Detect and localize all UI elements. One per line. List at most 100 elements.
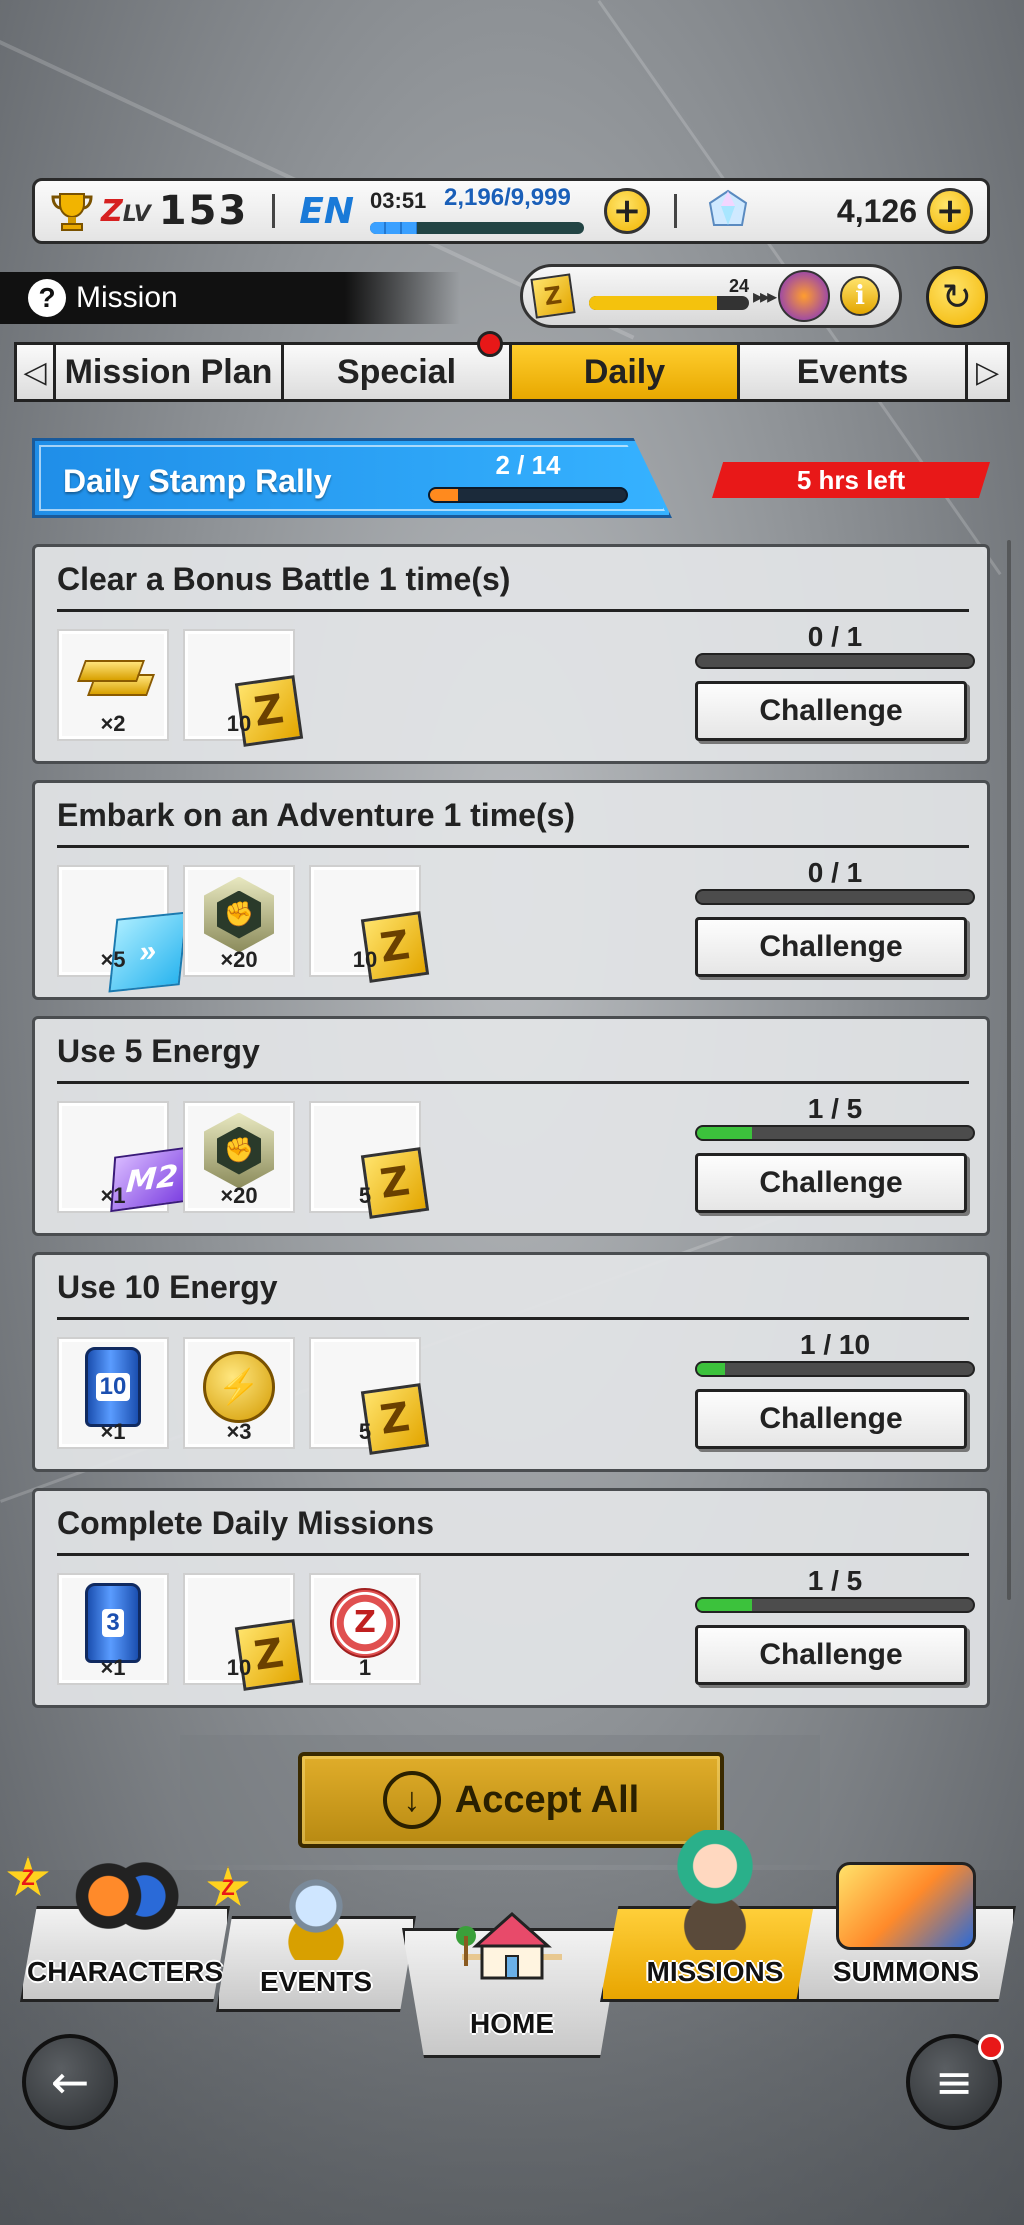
energy-bar-fill xyxy=(370,222,418,234)
mission-progress-text: 0 / 1 xyxy=(807,857,863,888)
mission-progress: 1 / 5 xyxy=(695,1567,975,1613)
challenge-button[interactable]: Challenge xyxy=(695,917,967,977)
mission-title: Clear a Bonus Battle 1 time(s) xyxy=(57,561,511,597)
tab-daily[interactable]: Daily xyxy=(512,342,740,402)
reward-item[interactable]: Z 10 xyxy=(183,1573,304,1691)
mission-progress-track xyxy=(695,889,975,905)
player-level: 153 xyxy=(158,188,249,234)
pass-progress-track xyxy=(589,296,749,310)
challenge-button[interactable]: Challenge xyxy=(695,1389,967,1449)
reward-item[interactable]: ×2 xyxy=(57,629,169,741)
mission-progress-text: 1 / 5 xyxy=(807,1565,863,1596)
add-energy-button[interactable]: + xyxy=(604,188,651,234)
nav-events[interactable]: EVENTS xyxy=(216,1862,416,2012)
divider xyxy=(57,1553,969,1556)
tab-scroll-left-icon[interactable]: ◁ xyxy=(14,342,56,402)
pass-progress-fill xyxy=(589,296,717,310)
reward-list: 10 ×1 ⚡ ×3 Z 5 xyxy=(57,1337,430,1455)
tab-events[interactable]: Events xyxy=(740,342,968,402)
reward-item[interactable]: Z 1 xyxy=(309,1573,421,1685)
mission-progress-fill xyxy=(697,1127,753,1139)
training-medal-icon: ✊ xyxy=(204,876,274,953)
accept-all-button[interactable]: ↓ Accept All xyxy=(298,1752,724,1848)
reward-item[interactable]: ✊ ×20 xyxy=(183,1101,295,1213)
challenge-button[interactable]: Challenge xyxy=(695,1625,967,1685)
reward-list: ×2 Z 10 xyxy=(57,629,304,747)
time-left-badge: 5 hrs left xyxy=(712,462,990,498)
nav-home[interactable]: HOME xyxy=(402,1858,622,2058)
mission-title: Use 10 Energy xyxy=(57,1269,278,1305)
mission-progress: 1 / 5 xyxy=(695,1095,975,1141)
divider xyxy=(57,609,969,612)
reward-quantity: ×1 xyxy=(100,1419,126,1444)
nav-characters[interactable]: CHARACTERS xyxy=(20,1852,230,2002)
energy-can-icon: 3 xyxy=(85,1582,141,1663)
energy-timer: 03:51 xyxy=(370,188,427,213)
training-medal-icon: ✊ xyxy=(204,1112,274,1189)
tab-special[interactable]: Special xyxy=(284,331,512,402)
nav-label: SUMMONS xyxy=(832,1956,980,1987)
energy-meter: 03:51 2,196/9,999 xyxy=(370,184,590,236)
reward-item[interactable]: Z 10 xyxy=(309,865,430,983)
divider xyxy=(57,1081,969,1084)
mission-card: Embark on an Adventure 1 time(s) » ×5 ✊ … xyxy=(32,780,990,1000)
mission-progress-track xyxy=(695,1125,975,1141)
reward-item[interactable]: Z 5 xyxy=(309,1337,430,1455)
pass-points: 24 xyxy=(728,276,749,296)
tab-bar: ◁ Mission Plan Special Daily Events ▷ xyxy=(14,331,1010,402)
refresh-button[interactable]: ↻ xyxy=(926,266,988,328)
reward-item[interactable]: M2 ×1 xyxy=(57,1101,194,1213)
chevrons-right-icon: ▸▸▸ xyxy=(753,285,777,308)
back-button[interactable]: ← xyxy=(22,2034,118,2130)
tab-mission-plan[interactable]: Mission Plan xyxy=(56,342,284,402)
challenge-button[interactable]: Challenge xyxy=(695,1153,967,1213)
events-art-icon xyxy=(261,1870,371,1960)
nav-summons[interactable]: SUMMONS xyxy=(796,1852,1016,2002)
reward-item[interactable]: 3 ×1 xyxy=(57,1573,169,1685)
mission-progress: 1 / 10 xyxy=(695,1331,975,1377)
reward-item[interactable]: Z 5 xyxy=(309,1101,430,1219)
mission-card: Complete Daily Missions 3 ×1 Z 10 Z 1 1 … xyxy=(32,1488,990,1708)
reward-item[interactable]: Z 10 xyxy=(183,629,304,747)
gold-bars-icon xyxy=(76,656,156,702)
nav-label: CHARACTERS xyxy=(27,1956,223,1987)
info-icon[interactable]: i xyxy=(840,276,881,316)
mission-progress-text: 1 / 10 xyxy=(799,1329,871,1360)
stamp-rally-progress: 2 / 14 xyxy=(428,450,628,503)
menu-button[interactable]: ≡ xyxy=(906,2034,1004,2130)
chrono-crystal-count: 4,126 xyxy=(836,192,917,229)
notification-dot xyxy=(477,331,503,357)
zlv-label: ZLV xyxy=(101,193,151,229)
scrollbar[interactable] xyxy=(1007,540,1011,1600)
reward-quantity: 10 xyxy=(226,711,252,736)
add-crystals-button[interactable]: + xyxy=(927,188,973,234)
energy-bar xyxy=(370,222,585,234)
reward-quantity: ×1 xyxy=(100,1655,126,1680)
reward-item[interactable]: » ×5 xyxy=(57,865,188,992)
download-arrow-icon: ↓ xyxy=(382,1771,441,1829)
challenge-button[interactable]: Challenge xyxy=(695,681,967,741)
reward-quantity: ×2 xyxy=(100,711,126,736)
reward-list: 3 ×1 Z 10 Z 1 xyxy=(57,1573,421,1691)
red-z-token-icon: Z xyxy=(330,1587,400,1658)
divider xyxy=(272,194,276,228)
mission-pass-bar[interactable]: Z 24 ▸▸▸ i xyxy=(520,264,902,328)
reward-list: » ×5 ✊ ×20 Z 10 xyxy=(57,865,430,992)
mission-progress-track xyxy=(695,1597,975,1613)
z-ticket-icon: Z xyxy=(530,273,576,319)
help-icon[interactable]: ? xyxy=(28,279,66,317)
accept-all-label: Accept All xyxy=(454,1778,640,1821)
reward-item[interactable]: 10 ×1 xyxy=(57,1337,169,1449)
reward-item[interactable]: ✊ ×20 xyxy=(183,865,295,977)
reward-quantity: 1 xyxy=(358,1655,372,1680)
tab-scroll-right-icon[interactable]: ▷ xyxy=(968,342,1010,402)
stamp-rally-title: Daily Stamp Rally xyxy=(63,463,332,499)
reward-item[interactable]: ⚡ ×3 xyxy=(183,1337,295,1449)
nav-label: HOME xyxy=(470,2008,554,2039)
reward-quantity: 5 xyxy=(358,1183,372,1208)
reward-quantity: ×20 xyxy=(220,1183,258,1208)
reward-list: M2 ×1 ✊ ×20 Z 5 xyxy=(57,1101,430,1219)
character-reward-icon xyxy=(778,270,831,322)
mission-progress-text: 1 / 5 xyxy=(807,1093,863,1124)
mission-progress-track xyxy=(695,653,975,669)
